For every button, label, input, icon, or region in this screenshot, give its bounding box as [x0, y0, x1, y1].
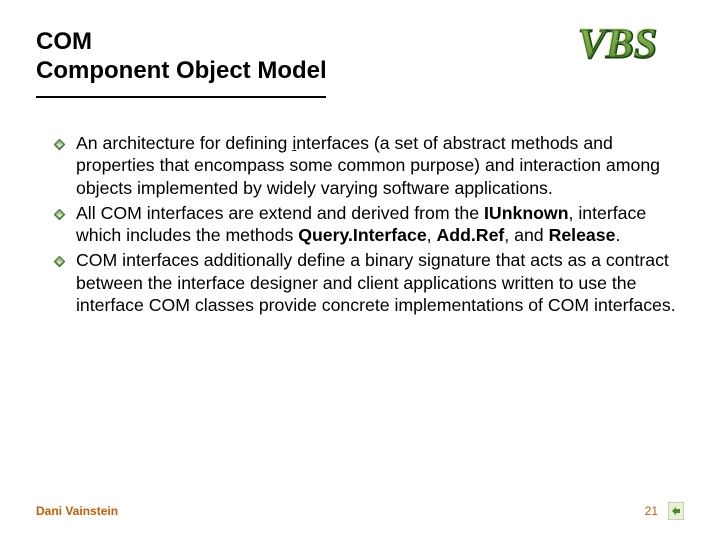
diamond-bullet-icon: [54, 249, 76, 272]
title-line-2: Component Object Model: [36, 57, 327, 84]
bullet-text: An architecture for defining interfaces …: [76, 132, 676, 200]
bullet-text: COM interfaces additionally define a bin…: [76, 249, 676, 317]
title-underline: [36, 96, 326, 98]
action-icon: [668, 502, 684, 520]
diamond-bullet-icon: [54, 202, 76, 225]
footer-author: Dani Vainstein: [36, 504, 118, 518]
header: COM Component Object Model: [36, 28, 684, 98]
list-item: An architecture for defining interfaces …: [54, 132, 676, 200]
diamond-bullet-icon: [54, 132, 76, 155]
page-title: COM Component Object Model: [36, 28, 684, 92]
list-item: COM interfaces additionally define a bin…: [54, 249, 676, 317]
bullet-text: All COM interfaces are extend and derive…: [76, 202, 676, 247]
content-area: An architecture for defining interfaces …: [36, 132, 684, 317]
slide: VBS VBS COM Component Object Model An ar…: [0, 0, 720, 540]
footer-page-number: 21: [645, 504, 658, 518]
list-item: All COM interfaces are extend and derive…: [54, 202, 676, 247]
footer: Dani Vainstein 21: [36, 504, 684, 518]
title-line-1: COM: [36, 28, 92, 55]
